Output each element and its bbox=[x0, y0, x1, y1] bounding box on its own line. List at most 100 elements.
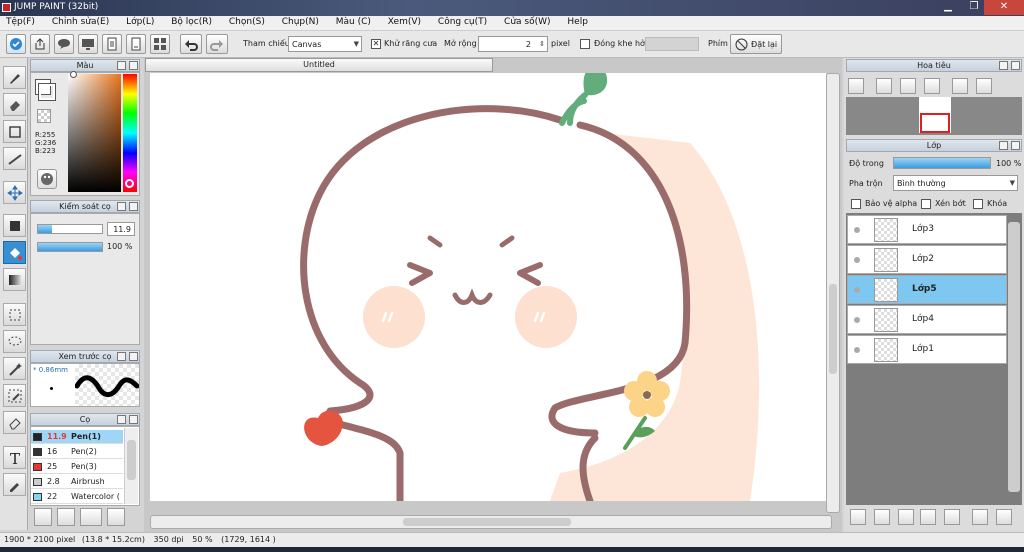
gap-slider[interactable] bbox=[645, 37, 699, 51]
protect-alpha-checkbox[interactable] bbox=[851, 199, 861, 209]
layer-row-selected[interactable]: Lớp5 bbox=[847, 275, 1007, 304]
blend-mode-select[interactable]: Bình thường ▼ bbox=[893, 175, 1018, 191]
line-tool-icon[interactable] bbox=[3, 147, 26, 170]
brush-size-field[interactable]: 11.9 bbox=[107, 222, 135, 236]
visibility-icon[interactable] bbox=[854, 287, 860, 293]
eraser-tool-icon[interactable] bbox=[3, 93, 26, 116]
menu-capture[interactable]: Chụp(N) bbox=[282, 16, 319, 27]
brush-item[interactable]: 11.9 Pen(1) bbox=[31, 430, 123, 444]
brush-size-slider[interactable] bbox=[37, 224, 103, 234]
brush-list-scrollbar[interactable] bbox=[124, 428, 138, 504]
navigator-viewport[interactable] bbox=[920, 113, 950, 133]
saturation-value-picker[interactable] bbox=[68, 74, 121, 192]
menu-edit[interactable]: Chỉnh sửa(E) bbox=[52, 16, 109, 27]
horizontal-scroll-thumb[interactable] bbox=[403, 518, 571, 526]
menu-tools[interactable]: Công cụ(T) bbox=[438, 16, 487, 27]
zoom-in-small-icon[interactable] bbox=[848, 78, 864, 94]
menu-layer[interactable]: Lớp(L) bbox=[126, 16, 154, 27]
speech-bubble-icon[interactable] bbox=[54, 34, 74, 54]
page-icon[interactable] bbox=[126, 34, 146, 54]
panel-float-icon[interactable] bbox=[999, 61, 1008, 70]
menu-color[interactable]: Màu (C) bbox=[336, 16, 371, 27]
undo-icon[interactable] bbox=[180, 34, 202, 54]
hue-cursor[interactable] bbox=[125, 179, 134, 188]
panel-float-icon[interactable] bbox=[117, 352, 126, 361]
zoom-out-icon[interactable] bbox=[924, 78, 940, 94]
panel-float-icon[interactable] bbox=[117, 61, 126, 70]
select-eraser-icon[interactable] bbox=[3, 411, 26, 434]
hue-slider[interactable] bbox=[123, 74, 137, 192]
panel-close-icon[interactable] bbox=[129, 415, 138, 424]
palette-icon[interactable] bbox=[37, 169, 57, 189]
reference-select[interactable]: Canvas ▼ bbox=[288, 36, 362, 52]
new-layer-icon[interactable] bbox=[850, 509, 866, 525]
gradient-tool-icon[interactable] bbox=[3, 268, 26, 291]
halftone-layer-icon[interactable] bbox=[920, 509, 936, 525]
redo-icon[interactable] bbox=[206, 34, 228, 54]
panel-close-icon[interactable] bbox=[129, 352, 138, 361]
duplicate-layer-icon[interactable] bbox=[972, 509, 988, 525]
vertical-scroll-thumb[interactable] bbox=[829, 284, 837, 374]
brush-item[interactable]: 2.8 Airbrush bbox=[31, 475, 123, 489]
new-layer-8bit-icon[interactable] bbox=[874, 509, 890, 525]
document-tab[interactable]: Untitled bbox=[145, 58, 493, 72]
brush-item[interactable]: 16 Pen(2) bbox=[31, 445, 123, 459]
zoom-in-icon[interactable] bbox=[876, 78, 892, 94]
move-tool-icon[interactable] bbox=[3, 181, 26, 204]
menu-help[interactable]: Help bbox=[567, 16, 588, 27]
fill-shape-tool-icon[interactable] bbox=[3, 214, 26, 237]
visibility-icon[interactable] bbox=[854, 257, 860, 263]
panel-float-icon[interactable] bbox=[117, 202, 126, 211]
panel-close-icon[interactable] bbox=[129, 202, 138, 211]
layer-row[interactable]: Lớp4 bbox=[847, 305, 1007, 334]
brush-item[interactable]: 25 Pen(3) bbox=[31, 460, 123, 474]
brush-item[interactable]: 22 Watercolor ( bbox=[31, 490, 123, 504]
lasso-tool-icon[interactable] bbox=[3, 330, 26, 353]
brush-tool-icon[interactable] bbox=[3, 66, 26, 89]
brush-settings-icon[interactable] bbox=[107, 508, 125, 526]
antialias-checkbox[interactable]: ✕ bbox=[371, 39, 381, 49]
minimize-button[interactable]: ▁ bbox=[936, 0, 960, 15]
new-layer-1bit-icon[interactable] bbox=[898, 509, 914, 525]
bucket-tool-icon[interactable] bbox=[3, 241, 26, 264]
clipping-checkbox[interactable] bbox=[921, 199, 931, 209]
expand-spinner[interactable]: 2 ⇕ bbox=[478, 36, 548, 52]
merge-layer-icon[interactable] bbox=[996, 509, 1012, 525]
document-icon[interactable] bbox=[102, 34, 122, 54]
menu-filter[interactable]: Bộ lọc(R) bbox=[171, 16, 212, 27]
picker-cursor[interactable] bbox=[70, 71, 77, 78]
text-tool-icon[interactable]: T bbox=[3, 446, 26, 469]
layer-row[interactable]: Lớp1 bbox=[847, 335, 1007, 364]
menu-select[interactable]: Chọn(S) bbox=[229, 16, 265, 27]
reset-button[interactable]: Đặt lại bbox=[730, 34, 782, 54]
cloud-upload-icon[interactable] bbox=[34, 508, 52, 526]
layer-row[interactable]: Lớp2 bbox=[847, 245, 1007, 274]
brush-opacity-slider[interactable] bbox=[37, 242, 103, 252]
canvas-horizontal-scrollbar[interactable] bbox=[150, 515, 832, 529]
panel-close-icon[interactable] bbox=[129, 61, 138, 70]
layout-grid-icon[interactable] bbox=[150, 34, 170, 54]
layer-row[interactable]: Lớp3 bbox=[847, 215, 1007, 244]
panel-close-icon[interactable] bbox=[1011, 141, 1020, 150]
menu-window[interactable]: Cửa số(W) bbox=[504, 16, 550, 27]
folder-icon[interactable] bbox=[944, 509, 960, 525]
visibility-icon[interactable] bbox=[854, 227, 860, 233]
magic-wand-icon[interactable] bbox=[3, 357, 26, 380]
fit-window-icon[interactable] bbox=[900, 78, 916, 94]
drawing-canvas[interactable] bbox=[150, 73, 826, 501]
lock-checkbox[interactable] bbox=[973, 199, 983, 209]
transparent-swatch-icon[interactable] bbox=[37, 109, 51, 123]
brush-menu-icon[interactable] bbox=[80, 508, 102, 526]
menu-view[interactable]: Xem(V) bbox=[388, 16, 421, 27]
layer-opacity-slider[interactable] bbox=[893, 157, 991, 169]
new-brush-icon[interactable] bbox=[57, 508, 75, 526]
panel-close-icon[interactable] bbox=[1011, 61, 1020, 70]
foreground-color-swatch[interactable] bbox=[38, 83, 56, 101]
navigator-preview[interactable] bbox=[846, 97, 1022, 135]
menu-file[interactable]: Tệp(F) bbox=[6, 16, 35, 27]
close-gap-checkbox[interactable] bbox=[580, 39, 590, 49]
visibility-icon[interactable] bbox=[854, 317, 860, 323]
maximize-button[interactable]: ❐ bbox=[962, 0, 986, 15]
monitor-icon[interactable] bbox=[78, 34, 98, 54]
canvas-vertical-scrollbar[interactable] bbox=[826, 73, 840, 513]
